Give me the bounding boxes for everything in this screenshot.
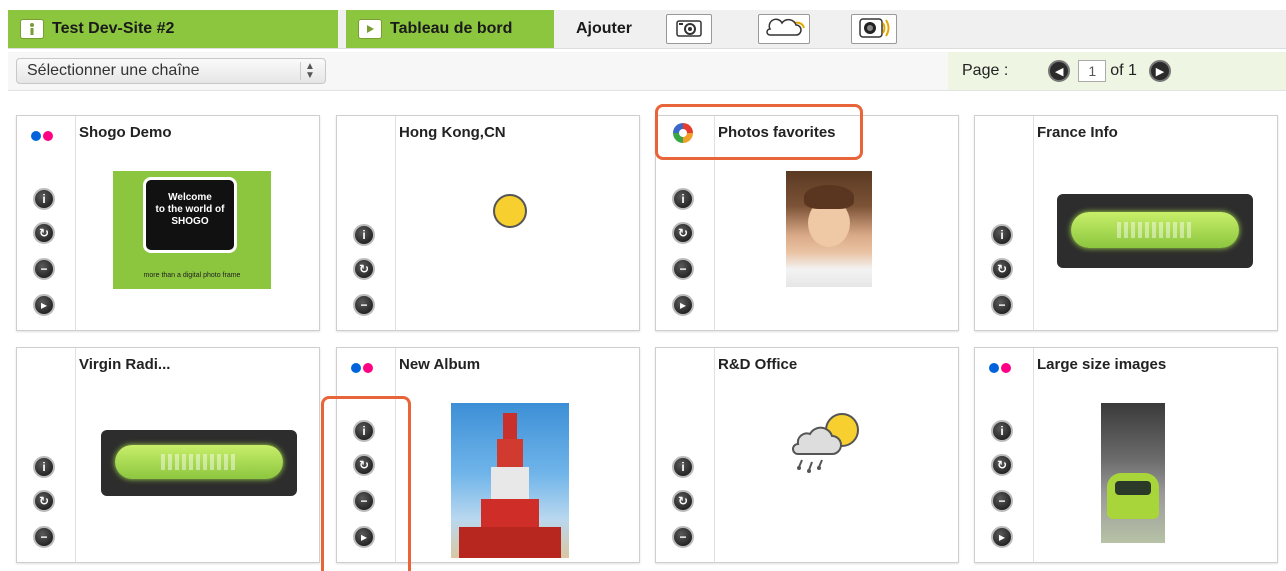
tab-site[interactable]: Test Dev-Site #2	[8, 10, 338, 48]
card-title: R&D Office	[718, 356, 798, 373]
pager: Page : ◀ 1 of 1 ▶	[948, 52, 1286, 90]
add-weather-button[interactable]	[758, 14, 810, 44]
radio-icon	[858, 17, 890, 42]
card-controls: i ↻ − ▸	[17, 116, 76, 330]
channel-select-value: Sélectionner une chaîne	[27, 62, 200, 79]
flickr-icon	[351, 360, 379, 373]
weather-rain-sun-icon	[788, 406, 866, 483]
human-tower-photo	[451, 403, 569, 558]
select-arrows-icon: ▲ ▼	[300, 62, 319, 81]
car-photo	[1101, 403, 1165, 543]
add-photo-button[interactable]	[666, 14, 712, 44]
radio-display	[101, 430, 297, 496]
highlight-controls	[321, 396, 411, 571]
card-title: Shogo Demo	[79, 124, 172, 141]
info-button[interactable]: i	[672, 188, 694, 210]
card-controls: i ↻ −	[337, 116, 396, 330]
remove-button[interactable]: −	[33, 258, 55, 280]
highlight-photos-favorites	[655, 104, 863, 160]
shogo-welcome: Welcome	[168, 192, 212, 203]
shogo-world: to the world of	[155, 204, 225, 215]
refresh-button[interactable]: ↻	[353, 258, 375, 280]
toolbar: Sélectionner une chaîne ▲ ▼ Page : ◀ 1 of…	[8, 52, 1286, 91]
add-radio-button[interactable]	[851, 14, 897, 44]
dashboard-label: Tableau de bord	[390, 20, 513, 37]
flickr-icon	[31, 128, 59, 141]
play-button[interactable]: ▸	[33, 294, 55, 316]
flickr-icon	[989, 360, 1017, 373]
info-button[interactable]: i	[672, 456, 694, 478]
shogo-brand: SHOGO	[171, 216, 209, 227]
page-input[interactable]: 1	[1078, 60, 1107, 82]
card-title: Virgin Radi...	[79, 356, 171, 373]
remove-button[interactable]: −	[991, 294, 1013, 316]
shogo-tagline: more than a digital photo frame	[143, 272, 241, 279]
cloud-icon	[762, 17, 806, 42]
refresh-button[interactable]: ↻	[672, 490, 694, 512]
channel-card[interactable]: i ↻ − Virgin Radi...	[16, 347, 320, 563]
page-of: of 1	[1110, 62, 1137, 79]
sun-icon	[491, 192, 529, 233]
play-icon	[358, 19, 382, 39]
next-page-button[interactable]: ▶	[1148, 60, 1171, 82]
card-controls: i ↻ −	[17, 348, 76, 562]
remove-button[interactable]: −	[672, 526, 694, 548]
page-label: Page :	[962, 62, 1009, 79]
refresh-button[interactable]: ↻	[672, 222, 694, 244]
remove-button[interactable]: −	[991, 490, 1013, 512]
info-button[interactable]: i	[33, 456, 55, 478]
top-nav: Test Dev-Site #2 Tableau de bord Ajouter	[8, 10, 1286, 49]
refresh-button[interactable]: ↻	[33, 490, 55, 512]
card-title: Hong Kong,CN	[399, 124, 506, 141]
info-button[interactable]: i	[991, 420, 1013, 442]
card-controls: i ↻ − ▸	[975, 348, 1034, 562]
channel-card[interactable]: i ↻ − Hong Kong,CN	[336, 115, 640, 331]
camera-icon	[675, 18, 703, 41]
tab-dashboard[interactable]: Tableau de bord	[346, 10, 554, 48]
play-button[interactable]: ▸	[991, 526, 1013, 548]
channel-select[interactable]: Sélectionner une chaîne ▲ ▼	[16, 58, 326, 84]
refresh-button[interactable]: ↻	[33, 222, 55, 244]
info-button[interactable]: i	[353, 224, 375, 246]
card-title: Large size images	[1037, 356, 1167, 373]
channel-card[interactable]: i ↻ − R&D Office	[655, 347, 959, 563]
info-button[interactable]: i	[33, 188, 55, 210]
remove-button[interactable]: −	[33, 526, 55, 548]
card-title: France Info	[1037, 124, 1118, 141]
channel-card[interactable]: i ↻ − ▸ Shogo Demo Welcome to the world …	[16, 115, 320, 331]
child-photo	[786, 171, 872, 287]
refresh-button[interactable]: ↻	[991, 258, 1013, 280]
card-title: New Album	[399, 356, 481, 373]
shogo-thumbnail: Welcome to the world of SHOGO more than …	[113, 171, 271, 289]
info-button[interactable]: i	[991, 224, 1013, 246]
radio-display	[1057, 194, 1253, 268]
prev-page-button[interactable]: ◀	[1048, 60, 1071, 82]
site-label: Test Dev-Site #2	[52, 20, 175, 37]
card-controls: i ↻ −	[656, 348, 715, 562]
remove-button[interactable]: −	[672, 258, 694, 280]
add-label: Ajouter	[576, 20, 632, 37]
channel-card[interactable]: i ↻ − ▸ Large size images	[974, 347, 1278, 563]
channel-card[interactable]: i ↻ − France Info	[974, 115, 1278, 331]
info-icon	[20, 19, 44, 39]
remove-button[interactable]: −	[353, 294, 375, 316]
play-button[interactable]: ▸	[672, 294, 694, 316]
refresh-button[interactable]: ↻	[991, 454, 1013, 476]
card-controls: i ↻ −	[975, 116, 1034, 330]
